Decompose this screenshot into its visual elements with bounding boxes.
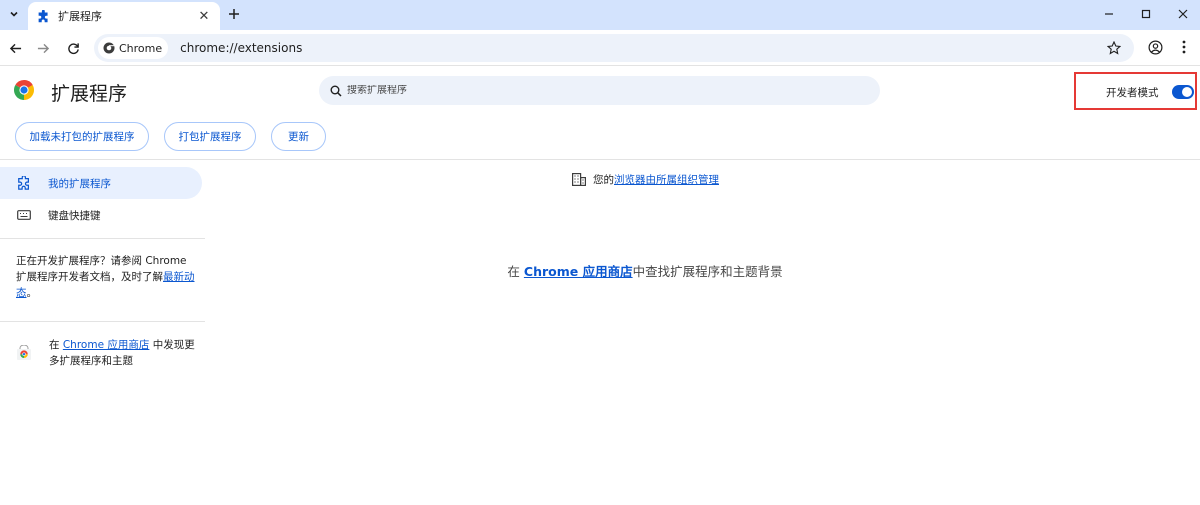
puzzle-icon <box>16 175 32 191</box>
tab-extensions[interactable]: 扩展程序 ✕ <box>28 2 220 30</box>
site-info-chip[interactable]: Chrome <box>98 37 169 59</box>
sidebar-item-my-extensions[interactable]: 我的扩展程序 <box>0 167 202 199</box>
web-store-suggestion: 在 Chrome 应用商店中查找扩展程序和主题背景 <box>507 264 783 279</box>
arrow-right-icon <box>37 43 49 53</box>
minimize-icon <box>1105 13 1113 15</box>
profile-button[interactable] <box>1144 36 1166 58</box>
search-box[interactable] <box>319 76 880 105</box>
site-chip-label: Chrome <box>119 41 163 55</box>
chrome-logo-icon <box>14 80 34 100</box>
tab-strip: 扩展程序 ✕ <box>0 0 1200 30</box>
back-button[interactable] <box>3 36 27 60</box>
developer-mode-toggle[interactable] <box>1172 85 1194 99</box>
update-button[interactable]: 更新 <box>271 122 326 151</box>
minimize-button[interactable] <box>1096 3 1122 25</box>
bookmark-button[interactable] <box>1104 38 1124 58</box>
keyboard-icon <box>16 207 32 223</box>
puzzle-icon <box>36 9 50 23</box>
sidebar-divider <box>0 238 205 239</box>
forward-button[interactable] <box>31 36 55 60</box>
extensions-header: 扩展程序 开发者模式 <box>0 67 1200 115</box>
plus-icon <box>229 9 239 19</box>
managed-notice: 您的浏览器由所属组织管理 <box>572 171 719 187</box>
web-store-icon <box>17 345 31 360</box>
menu-button[interactable] <box>1174 36 1194 58</box>
maximize-button[interactable] <box>1133 3 1159 25</box>
sidebar-divider <box>0 321 205 322</box>
search-icon <box>329 84 343 98</box>
url-text[interactable]: chrome://extensions <box>180 41 302 55</box>
sidebar: 我的扩展程序 键盘快捷键 正在开发扩展程序？请参阅 Chrome 扩展程序开发者… <box>0 160 205 505</box>
sidebar-item-label: 键盘快捷键 <box>48 209 101 222</box>
page-title: 扩展程序 <box>51 83 128 105</box>
web-store-promo: 在 Chrome 应用商店 中发现更多扩展程序和主题 <box>16 337 201 377</box>
close-icon <box>1178 9 1188 19</box>
sidebar-item-label: 我的扩展程序 <box>48 177 111 190</box>
reload-icon <box>67 42 79 54</box>
reload-button[interactable] <box>61 36 85 60</box>
chrome-web-store-link[interactable]: Chrome 应用商店 <box>63 339 150 351</box>
tab-search-button[interactable] <box>4 4 24 24</box>
sidebar-item-keyboard-shortcuts[interactable]: 键盘快捷键 <box>0 199 202 231</box>
address-bar[interactable]: Chrome chrome://extensions <box>94 34 1134 62</box>
toggle-knob <box>1182 87 1192 97</box>
chrome-icon <box>103 42 115 54</box>
new-tab-button[interactable] <box>224 4 244 24</box>
more-vert-icon <box>1182 40 1186 54</box>
building-icon <box>572 172 586 186</box>
load-unpacked-button[interactable]: 加载未打包的扩展程序 <box>15 122 149 151</box>
developer-mode-section: 开发者模式 <box>1074 72 1197 110</box>
star-icon <box>1107 41 1121 55</box>
action-bar: 加载未打包的扩展程序 打包扩展程序 更新 <box>0 115 1200 160</box>
maximize-icon <box>1141 9 1151 19</box>
chevron-down-icon <box>10 11 18 17</box>
browser-toolbar: Chrome chrome://extensions <box>0 30 1200 66</box>
search-input[interactable] <box>347 85 847 96</box>
tab-title: 扩展程序 <box>58 10 102 23</box>
web-store-text: 在 Chrome 应用商店 中发现更多扩展程序和主题 <box>49 339 195 367</box>
managed-by-organization-link[interactable]: 浏览器由所属组织管理 <box>614 174 719 186</box>
close-icon[interactable]: ✕ <box>196 8 212 24</box>
profile-icon <box>1148 40 1162 54</box>
developer-mode-label: 开发者模式 <box>1106 87 1159 99</box>
pack-extension-button[interactable]: 打包扩展程序 <box>164 122 256 151</box>
close-window-button[interactable] <box>1170 3 1196 25</box>
arrow-left-icon <box>9 43 21 53</box>
chrome-web-store-main-link[interactable]: Chrome 应用商店 <box>524 264 633 279</box>
